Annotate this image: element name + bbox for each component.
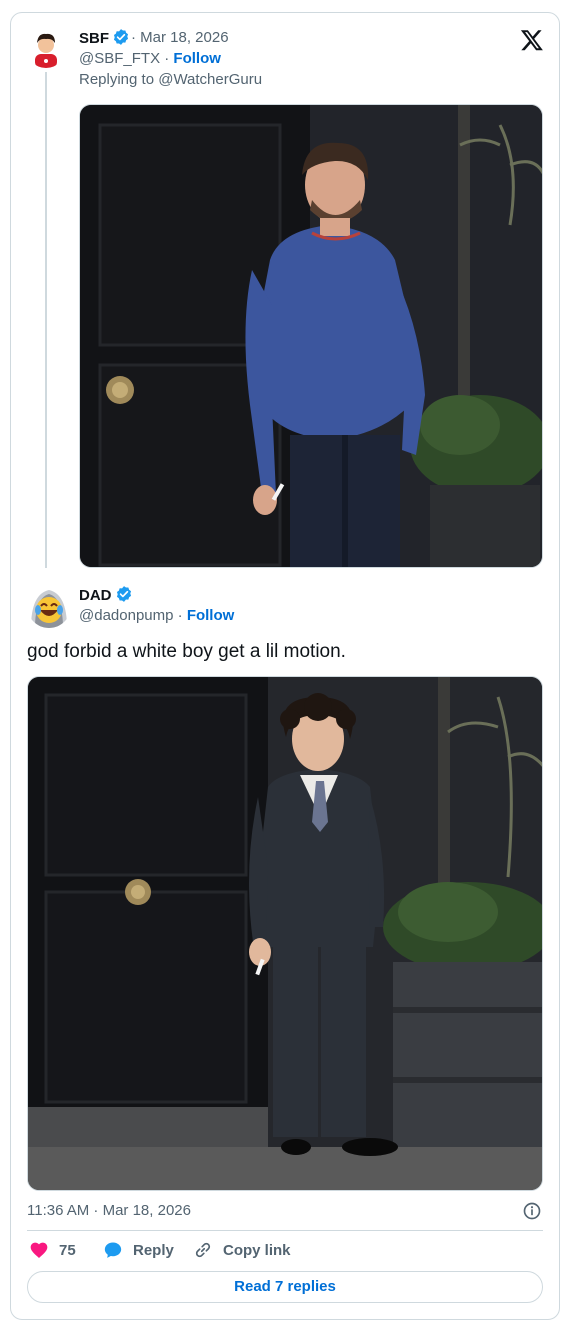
- follow-sbf-link[interactable]: Follow: [173, 50, 221, 67]
- info-icon[interactable]: [522, 1201, 542, 1221]
- verified-badge-icon: [113, 29, 129, 45]
- heart-icon: [30, 1242, 48, 1258]
- main-tweet-photo[interactable]: [27, 676, 543, 1191]
- standing-man-photo: [80, 105, 542, 567]
- verified-badge-icon: [116, 586, 131, 602]
- reply-button[interactable]: Reply: [103, 1240, 174, 1260]
- dad-avatar[interactable]: [27, 584, 71, 628]
- standing-man-in-suit-photo: [28, 677, 542, 1190]
- parent-author-name[interactable]: SBF: [79, 28, 130, 47]
- parent-author-handle: @SBF_FTX · Follow: [79, 50, 221, 67]
- likes-count: 75: [59, 1241, 76, 1259]
- x-logo-icon[interactable]: [520, 28, 544, 52]
- reply-bubble-icon: [104, 1242, 122, 1258]
- tweet-text: god forbid a white boy get a lil motion.: [27, 641, 346, 662]
- main-author-handle: @dadonpump · Follow: [79, 607, 235, 624]
- follow-dad-link[interactable]: Follow: [187, 607, 235, 624]
- divider: [27, 1230, 543, 1231]
- parent-tweet-photo[interactable]: [79, 104, 543, 568]
- parent-tweet-date[interactable]: · Mar 18, 2026: [131, 29, 229, 46]
- tweet-timestamp[interactable]: 11:36 AM · Mar 18, 2026: [27, 1202, 191, 1219]
- thread-connector-line: [45, 72, 47, 568]
- read-replies-button[interactable]: Read 7 replies: [27, 1271, 543, 1303]
- replying-to-text[interactable]: Replying to @WatcherGuru: [79, 71, 262, 88]
- main-author-name[interactable]: DAD: [79, 585, 133, 604]
- copy-link-button[interactable]: Copy link: [193, 1240, 291, 1260]
- link-icon: [195, 1242, 211, 1258]
- like-button[interactable]: 75: [29, 1240, 76, 1260]
- sbf-avatar[interactable]: [26, 28, 66, 68]
